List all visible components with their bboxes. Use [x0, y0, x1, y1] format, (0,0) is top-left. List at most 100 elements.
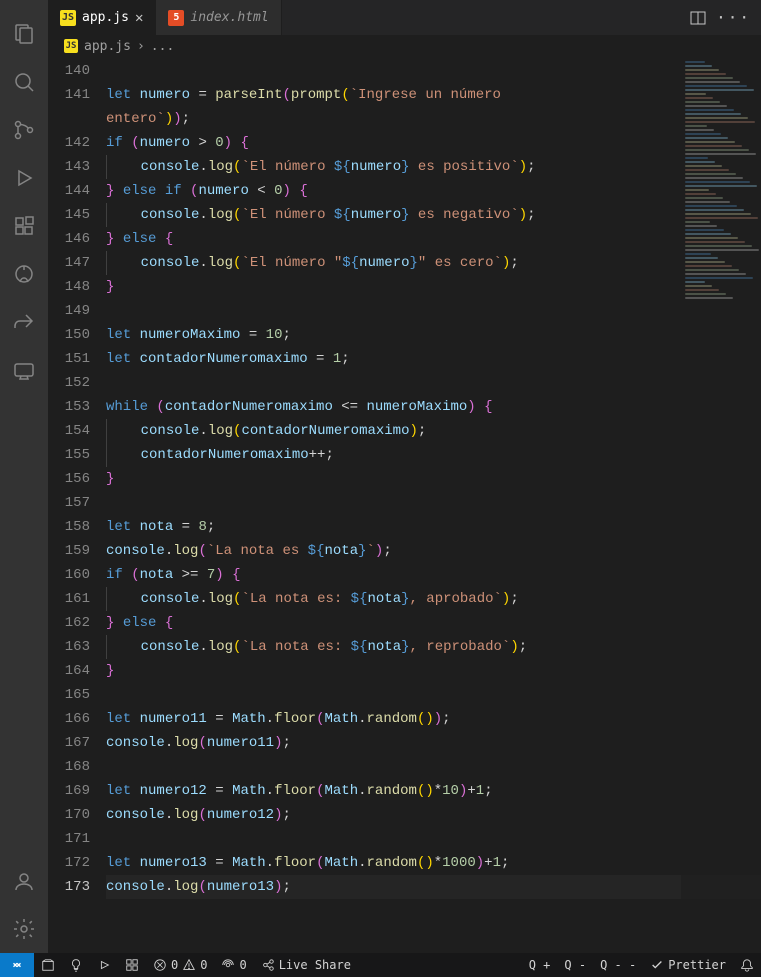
- line-number: 173: [48, 875, 90, 899]
- code-line[interactable]: let nota = 8;: [106, 515, 761, 539]
- js-file-icon: JS: [64, 39, 78, 53]
- line-number: 165: [48, 683, 90, 707]
- sb-quokka-stop[interactable]: Q - -: [593, 958, 643, 972]
- line-number: 159: [48, 539, 90, 563]
- code-line[interactable]: contadorNumeromaximo++;: [106, 443, 761, 467]
- code-line[interactable]: console.log(numero12);: [106, 803, 761, 827]
- code-line[interactable]: [106, 299, 761, 323]
- code-line[interactable]: console.log(numero11);: [106, 731, 761, 755]
- sb-quokka-plus[interactable]: Q +: [522, 958, 558, 972]
- code-line[interactable]: console.log(`La nota es: ${nota}, reprob…: [106, 635, 761, 659]
- line-gutter: 1401411421431441451461471481491501511521…: [48, 57, 106, 953]
- code-line[interactable]: console.log(`El número "${numero}" es ce…: [106, 251, 761, 275]
- line-number: 155: [48, 443, 90, 467]
- explorer-icon[interactable]: [0, 10, 48, 58]
- sb-debug-icon[interactable]: [90, 953, 118, 977]
- line-number: 171: [48, 827, 90, 851]
- code-line[interactable]: }: [106, 275, 761, 299]
- breadcrumb-sep: ›: [137, 39, 145, 54]
- code-line[interactable]: let numero11 = Math.floor(Math.random())…: [106, 707, 761, 731]
- code-line[interactable]: entero`));: [106, 107, 761, 131]
- code-line[interactable]: let numeroMaximo = 10;: [106, 323, 761, 347]
- tab-bar: JSapp.js✕5index.html ···: [48, 0, 761, 35]
- breadcrumb-file: app.js: [84, 39, 131, 54]
- code-line[interactable]: let numero12 = Math.floor(Math.random()*…: [106, 779, 761, 803]
- line-number: 169: [48, 779, 90, 803]
- code-line[interactable]: let contadorNumeromaximo = 1;: [106, 347, 761, 371]
- line-number: 142: [48, 131, 90, 155]
- code-line[interactable]: }: [106, 467, 761, 491]
- gitlens-icon[interactable]: [0, 250, 48, 298]
- line-number: 170: [48, 803, 90, 827]
- sb-prettier[interactable]: Prettier: [643, 958, 733, 972]
- code-line[interactable]: console.log(`La nota es ${nota}`);: [106, 539, 761, 563]
- breadcrumb-more: ...: [151, 39, 174, 54]
- sb-lightbulb-icon[interactable]: [62, 953, 90, 977]
- code-line[interactable]: [106, 827, 761, 851]
- source-control-icon[interactable]: [0, 106, 48, 154]
- breadcrumb[interactable]: JS app.js › ...: [48, 35, 761, 57]
- line-number: 149: [48, 299, 90, 323]
- line-number: 145: [48, 203, 90, 227]
- minimap[interactable]: [681, 57, 761, 953]
- close-icon[interactable]: ✕: [135, 10, 143, 26]
- line-number: 162: [48, 611, 90, 635]
- code-line[interactable]: }: [106, 659, 761, 683]
- account-icon[interactable]: [0, 857, 48, 905]
- search-icon[interactable]: [0, 58, 48, 106]
- activity-bar: [0, 0, 48, 953]
- live-share-icon[interactable]: [0, 346, 48, 394]
- code-line[interactable]: [106, 491, 761, 515]
- code-editor[interactable]: 1401411421431441451461471481491501511521…: [48, 57, 761, 953]
- code-line[interactable]: let numero13 = Math.floor(Math.random()*…: [106, 851, 761, 875]
- sb-layout-icon[interactable]: [118, 953, 146, 977]
- code-line[interactable]: } else {: [106, 227, 761, 251]
- status-bar: 0 0 0 Live Share Q + Q - Q - - Prettier: [0, 953, 761, 977]
- tab-app-js[interactable]: JSapp.js✕: [48, 0, 156, 35]
- sb-bell-icon[interactable]: [733, 958, 761, 972]
- line-number: 168: [48, 755, 90, 779]
- code-line[interactable]: console.log(`El número ${numero} es posi…: [106, 155, 761, 179]
- line-number: 161: [48, 587, 90, 611]
- code-line[interactable]: } else {: [106, 611, 761, 635]
- code-line[interactable]: console.log(contadorNumeromaximo);: [106, 419, 761, 443]
- tab-index-html[interactable]: 5index.html: [156, 0, 281, 35]
- code-line[interactable]: console.log(numero13);: [106, 875, 761, 899]
- code-line[interactable]: [106, 755, 761, 779]
- share-icon[interactable]: [0, 298, 48, 346]
- line-number: 172: [48, 851, 90, 875]
- remote-button[interactable]: [0, 953, 34, 977]
- code-line[interactable]: } else if (numero < 0) {: [106, 179, 761, 203]
- code-line[interactable]: [106, 371, 761, 395]
- tab-label: index.html: [190, 10, 268, 25]
- run-debug-icon[interactable]: [0, 154, 48, 202]
- sb-live-share[interactable]: Live Share: [254, 953, 358, 977]
- code-content[interactable]: let numero = parseInt(prompt(`Ingrese un…: [106, 57, 761, 953]
- line-number: 143: [48, 155, 90, 179]
- code-line[interactable]: console.log(`El número ${numero} es nega…: [106, 203, 761, 227]
- line-number: 144: [48, 179, 90, 203]
- settings-icon[interactable]: [0, 905, 48, 953]
- line-number: 148: [48, 275, 90, 299]
- code-line[interactable]: let numero = parseInt(prompt(`Ingrese un…: [106, 83, 761, 107]
- line-number: 167: [48, 731, 90, 755]
- sb-project-icon[interactable]: [34, 953, 62, 977]
- code-line[interactable]: if (numero > 0) {: [106, 131, 761, 155]
- sb-problems[interactable]: 0 0: [146, 953, 214, 977]
- code-line[interactable]: if (nota >= 7) {: [106, 563, 761, 587]
- line-number: 156: [48, 467, 90, 491]
- extensions-icon[interactable]: [0, 202, 48, 250]
- split-editor-icon[interactable]: [690, 10, 706, 26]
- line-number: 153: [48, 395, 90, 419]
- tab-label: app.js: [82, 10, 129, 25]
- code-line[interactable]: [106, 59, 761, 83]
- line-number: 150: [48, 323, 90, 347]
- sb-quokka-minus[interactable]: Q -: [557, 958, 593, 972]
- sb-ports[interactable]: 0: [214, 953, 253, 977]
- code-line[interactable]: console.log(`La nota es: ${nota}, aproba…: [106, 587, 761, 611]
- more-actions-icon[interactable]: ···: [716, 8, 751, 27]
- code-line[interactable]: [106, 683, 761, 707]
- line-number: 147: [48, 251, 90, 275]
- line-number: 166: [48, 707, 90, 731]
- code-line[interactable]: while (contadorNumeromaximo <= numeroMax…: [106, 395, 761, 419]
